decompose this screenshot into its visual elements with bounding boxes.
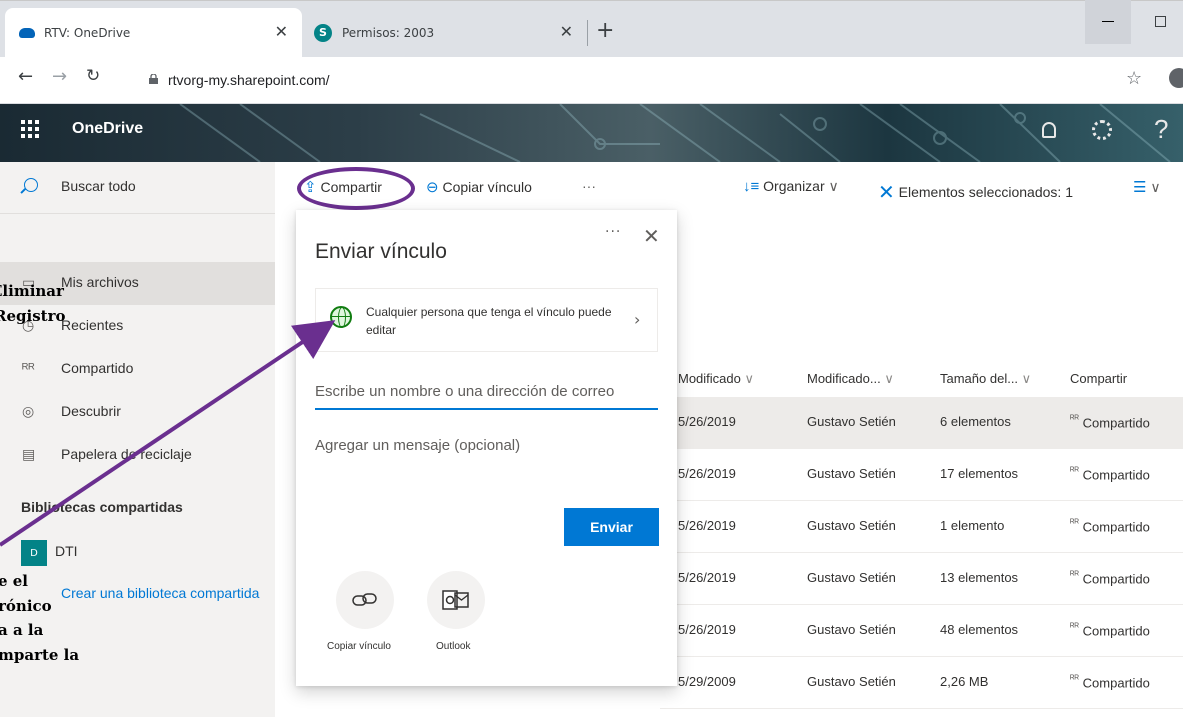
dialog-title: Enviar vínculo — [315, 240, 447, 263]
tab-divider — [587, 20, 588, 46]
sharepoint-icon: S — [314, 23, 332, 42]
trash-icon: ▤ — [22, 446, 36, 462]
copy-link-option-label: Copiar vínculo — [327, 641, 391, 652]
sidebar-item-label: Papelera de reciclaje — [61, 446, 192, 462]
annotation-text: Eliminar — [0, 282, 64, 300]
annotation-text: Registro — [0, 307, 66, 325]
sidebar-item-label: Recientes — [61, 317, 124, 333]
library-badge: D — [21, 540, 47, 566]
annotation-text: a a la — [0, 621, 44, 639]
message-field[interactable] — [315, 437, 658, 497]
chevron-down-icon: ∨ — [1150, 179, 1161, 195]
libraries-header: Bibliotecas compartidas — [21, 499, 183, 515]
forward-icon[interactable]: → — [52, 66, 67, 87]
maximize-button[interactable] — [1155, 16, 1166, 27]
dialog-more-icon[interactable]: ··· — [605, 224, 621, 240]
reload-icon[interactable]: ↻ — [86, 66, 100, 86]
close-tab-icon[interactable]: ✕ — [560, 22, 573, 41]
app-launcher-icon[interactable] — [21, 120, 41, 140]
link-icon: ⊖ — [426, 179, 439, 196]
table-row[interactable]: 5/29/2009 Gustavo Setién 2,26 MB ᴿᴿ Compar… — [660, 657, 1183, 709]
link-icon — [352, 593, 377, 606]
create-library-link[interactable]: Crear una biblioteca compartida — [61, 585, 275, 601]
onedrive-icon — [19, 27, 35, 38]
link-permission-text: Cualquier persona que tenga el vínculo p… — [366, 305, 612, 337]
circuit-background — [179, 104, 1171, 162]
suite-header — [0, 104, 1183, 162]
outlook-option-label: Outlook — [436, 641, 471, 652]
view-options-button[interactable]: ☰ ∨ — [1133, 178, 1161, 196]
share-highlight-circle — [297, 167, 415, 210]
new-tab-icon[interactable]: + — [596, 18, 614, 43]
tab-title: Permisos: 2003 — [342, 25, 435, 40]
copy-link-button[interactable]: ⊖ Copiar vínculo — [426, 178, 532, 196]
sidebar-item-label: Mis archivos — [61, 274, 139, 290]
profile-avatar[interactable] — [1169, 68, 1183, 88]
recipient-email-field[interactable] — [315, 374, 658, 410]
search-icon — [24, 178, 38, 192]
outlook-icon — [442, 590, 469, 610]
gear-icon[interactable] — [1092, 120, 1112, 140]
annotation-text: e el — [0, 572, 29, 590]
chevron-right-icon: › — [634, 310, 641, 329]
people-icon: ᴿᴿ — [22, 360, 35, 376]
table-row[interactable]: 5/26/2019 Gustavo Setién 17 elementos ᴿᴿ C… — [660, 449, 1183, 501]
sidebar-item-recycle-bin[interactable]: ▤ Papelera de reciclaje — [0, 434, 275, 477]
copy-link-label: Copiar vínculo — [442, 179, 532, 195]
selected-count: Elementos seleccionados: 1 — [898, 184, 1073, 200]
copy-link-option[interactable] — [336, 571, 394, 629]
column-header-size[interactable]: Tamaño del... ∨ — [940, 371, 1031, 387]
discover-icon: ◎ — [22, 403, 35, 419]
search-placeholder[interactable]: Buscar todo — [61, 178, 136, 194]
sidebar-item-discover[interactable]: ◎ Descubrir — [0, 391, 275, 434]
close-tab-icon[interactable]: ✕ — [275, 22, 288, 41]
table-row[interactable]: 5/26/2019 Gustavo Setién 1 elemento ᴿᴿ Com… — [660, 501, 1183, 553]
column-header-sharing[interactable]: Compartir — [1070, 371, 1127, 386]
table-row[interactable]: 5/26/2019 Gustavo Setién 13 elementos ᴿᴿ C… — [660, 553, 1183, 605]
annotation-text: rónico — [0, 597, 52, 615]
close-icon[interactable]: ✕ — [643, 224, 660, 248]
table-row[interactable]: 5/26/2019 Gustavo Setién 48 elementos ᴿᴿ C… — [660, 605, 1183, 657]
minimize-button[interactable] — [1085, 0, 1131, 44]
sort-icon: ↓≡ — [743, 178, 760, 195]
back-icon[interactable]: ← — [18, 66, 33, 87]
send-button[interactable]: Enviar — [564, 508, 659, 546]
sort-button[interactable]: ↓≡ Organizar ∨ — [743, 178, 839, 195]
browser-tab-onedrive[interactable]: RTV: OneDrive ✕ — [5, 8, 302, 57]
sort-label: Organizar — [763, 178, 825, 194]
view-list-icon: ☰ — [1133, 179, 1147, 196]
tab-title: RTV: OneDrive — [44, 25, 131, 40]
column-header-modified-by[interactable]: Modificado... ∨ — [807, 371, 894, 387]
outlook-option[interactable] — [427, 571, 485, 629]
notifications-bell-icon[interactable] — [1042, 122, 1056, 138]
globe-icon — [330, 306, 352, 328]
help-icon[interactable]: ? — [1154, 114, 1168, 145]
sidebar-item-label: Descubrir — [61, 403, 121, 419]
sidebar-item-library-dti[interactable]: DTI — [55, 543, 78, 559]
column-header-modified[interactable]: Modificado ∨ — [678, 371, 754, 387]
lock-icon — [149, 74, 158, 84]
table-row[interactable]: 5/26/2019 Gustavo Setién 6 elementos ᴿᴿ Co… — [660, 397, 1183, 449]
annotation-text: mparte la — [0, 646, 80, 664]
search-box[interactable] — [0, 162, 275, 214]
chevron-down-icon: ∨ — [828, 178, 839, 194]
more-actions-button[interactable]: ··· — [582, 178, 596, 194]
sidebar-item-shared[interactable]: ᴿᴿ Compartido — [0, 348, 275, 391]
sidebar-item-label: Compartido — [61, 360, 134, 376]
url-text[interactable]: rtvorg-my.sharepoint.com/ — [168, 72, 330, 88]
app-title[interactable]: OneDrive — [72, 120, 143, 138]
bookmark-star-icon[interactable]: ☆ — [1126, 68, 1142, 89]
close-selection-icon: ✕ — [878, 182, 895, 204]
browser-tab-permisos[interactable]: S Permisos: 2003 ✕ — [304, 8, 587, 57]
selected-items-button[interactable]: ✕ Elementos seleccionados: 1 — [878, 178, 1073, 204]
